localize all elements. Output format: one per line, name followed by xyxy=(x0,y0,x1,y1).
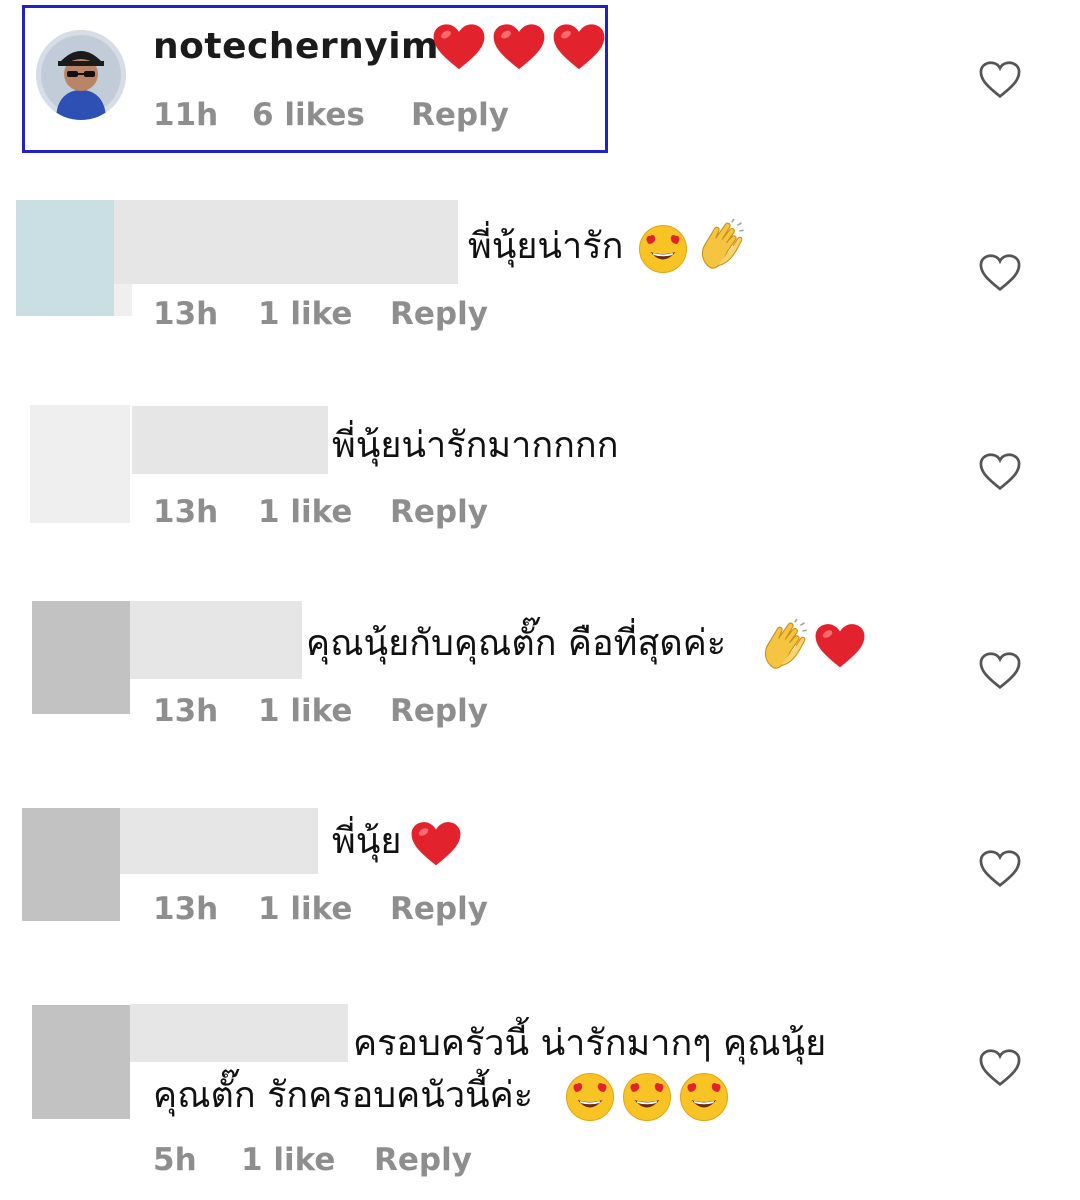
comment-likes[interactable]: 1 like xyxy=(241,1142,335,1178)
comment-username[interactable] xyxy=(130,601,302,679)
comment-likes[interactable]: 6 likes xyxy=(252,97,365,133)
comment-username[interactable] xyxy=(132,406,328,474)
heart-outline-icon[interactable] xyxy=(978,849,1022,889)
heart-outline-icon[interactable] xyxy=(978,253,1022,293)
red-heart-icon xyxy=(432,22,486,72)
heart-eyes-face-icon xyxy=(679,1072,729,1122)
heart-outline-icon[interactable] xyxy=(978,60,1022,100)
comment-text: พี่นุ้ยน่ารักมากกกก xyxy=(332,425,619,466)
comment-likes[interactable]: 1 like xyxy=(258,494,352,530)
blur-area xyxy=(114,284,132,316)
comment-likes[interactable]: 1 like xyxy=(258,891,352,927)
red-heart-icon xyxy=(492,22,546,72)
avatar[interactable] xyxy=(32,1005,130,1119)
comment-username[interactable] xyxy=(120,808,318,874)
comment-text: คุณนุ้ยกับคุณตั๊ก คือที่สุดค่ะ xyxy=(306,623,727,664)
clapping-hands-icon xyxy=(694,218,748,274)
comment-time: 13h xyxy=(153,693,219,729)
red-heart-icon xyxy=(552,22,606,72)
heart-eyes-face-icon xyxy=(622,1072,672,1122)
comment-time: 5h xyxy=(153,1142,197,1178)
comment-username[interactable]: notechernyim xyxy=(153,26,439,67)
comment-username[interactable] xyxy=(130,1004,348,1062)
comment-text-line2: คุณตั๊ก รักครอบคนัวนี้ค่ะ xyxy=(153,1075,534,1116)
comment-time: 13h xyxy=(153,891,219,927)
avatar[interactable] xyxy=(22,808,120,921)
avatar[interactable] xyxy=(32,601,130,714)
clapping-hands-icon xyxy=(757,618,811,674)
comment-username[interactable] xyxy=(114,200,458,284)
reply-button[interactable]: Reply xyxy=(374,1142,472,1178)
comment-time: 11h xyxy=(153,97,219,133)
heart-eyes-face-icon xyxy=(565,1072,615,1122)
comment-time: 13h xyxy=(153,296,219,332)
comment-likes[interactable]: 1 like xyxy=(258,296,352,332)
heart-outline-icon[interactable] xyxy=(978,651,1022,691)
reply-button[interactable]: Reply xyxy=(390,494,488,530)
reply-button[interactable]: Reply xyxy=(390,296,488,332)
reply-button[interactable]: Reply xyxy=(411,97,509,133)
heart-outline-icon[interactable] xyxy=(978,452,1022,492)
heart-outline-icon[interactable] xyxy=(978,1048,1022,1088)
comment-time: 13h xyxy=(153,494,219,530)
red-heart-icon xyxy=(814,622,866,670)
reply-button[interactable]: Reply xyxy=(390,891,488,927)
comment-likes[interactable]: 1 like xyxy=(258,693,352,729)
reply-button[interactable]: Reply xyxy=(390,693,488,729)
comment-emojis xyxy=(432,22,606,78)
heart-eyes-face-icon xyxy=(638,224,688,274)
red-heart-icon xyxy=(410,820,462,868)
avatar[interactable] xyxy=(16,200,114,316)
avatar[interactable] xyxy=(36,30,126,120)
comment-text: พี่นุ้ย xyxy=(332,821,402,862)
comment-text: พี่นุ้ยน่ารัก xyxy=(468,226,624,267)
avatar[interactable] xyxy=(30,405,130,523)
comment-text-line1: ครอบครัวนี้ น่ารักมากๆ คุณนุ้ย xyxy=(353,1023,827,1064)
